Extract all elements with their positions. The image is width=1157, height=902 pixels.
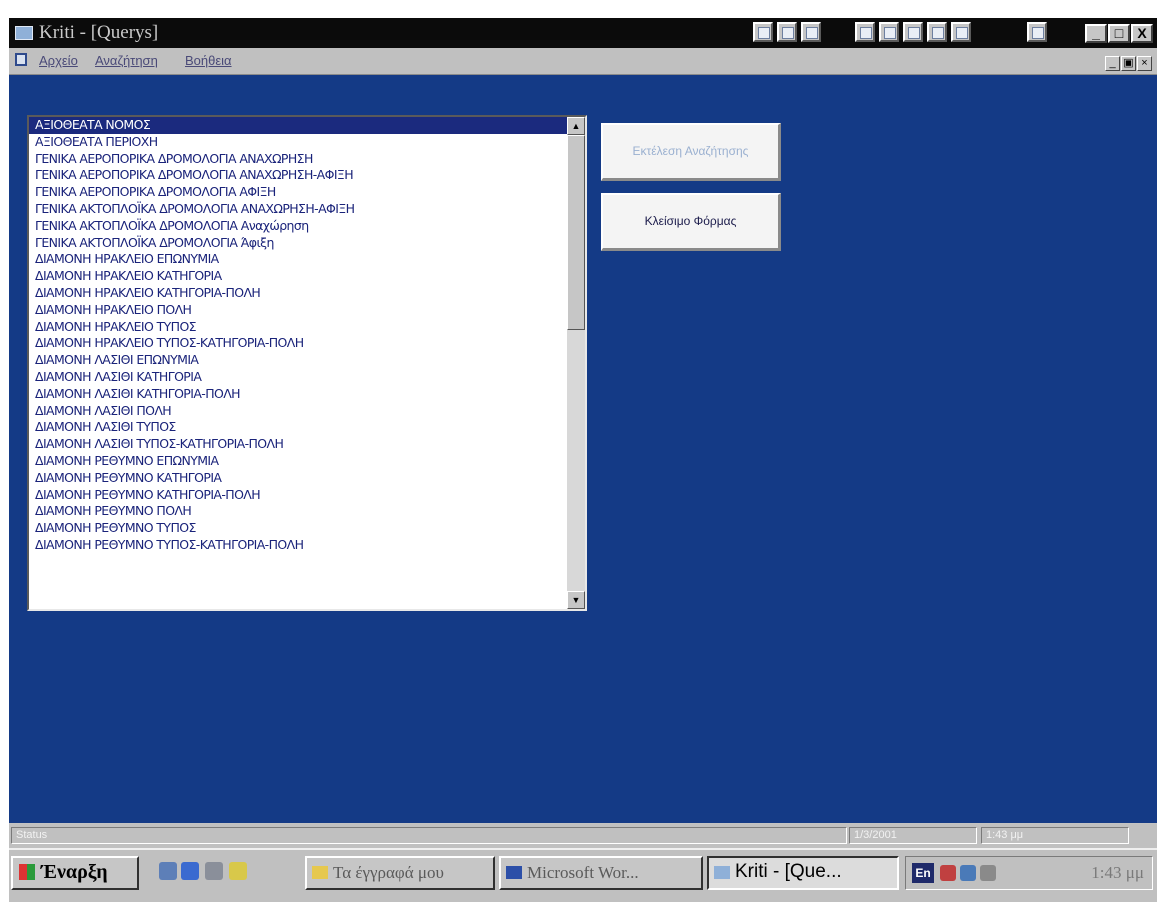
word-icon (506, 866, 522, 879)
windows-logo-icon (19, 864, 35, 880)
status-bar: Status 1/3/2001 1:43 μμ (9, 824, 1157, 848)
scroll-down-button[interactable]: ▼ (567, 591, 585, 609)
toolbar-button-1[interactable] (753, 22, 773, 42)
list-item[interactable]: ΓΕΝΙΚΑ ΑΕΡΟΠΟΡΙΚΑ ΔΡΟΜΟΛΟΓΙΑ ΑΝΑΧΩΡΗΣΗ (29, 151, 569, 168)
network-icon[interactable] (960, 865, 976, 881)
title-bar[interactable]: Kriti - [Querys] _ □ X (9, 18, 1157, 48)
outlook-icon[interactable] (205, 862, 223, 880)
menu-search[interactable]: Αναζήτηση (95, 53, 158, 68)
list-item[interactable]: ΔΙΑΜΟΝΗ ΡΕΘΥΜΝΟ ΤΥΠΟΣ (29, 520, 569, 537)
list-item[interactable]: ΔΙΑΜΟΝΗ ΡΕΘΥΜΝΟ ΕΠΩΝΥΜΙΑ (29, 453, 569, 470)
list-item[interactable]: ΔΙΑΜΟΝΗ ΡΕΘΥΜΝΟ ΠΟΛΗ (29, 503, 569, 520)
query-list: ΑΞΙΟΘΕΑΤΑ ΝΟΜΟΣ ΑΞΙΟΘΕΑΤΑ ΠΕΡΙΟΧΗ ΓΕΝΙΚΑ Α… (29, 117, 569, 554)
internet-explorer-icon[interactable] (181, 862, 199, 880)
task-microsoft-word[interactable]: Microsoft Wor... (499, 856, 703, 890)
list-item[interactable]: ΓΕΝΙΚΑ ΑΚΤΟΠΛΟΪΚΑ ΔΡΟΜΟΛΟΓΙΑ Άφιξη (29, 235, 569, 252)
list-item[interactable]: ΔΙΑΜΟΝΗ ΗΡΑΚΛΕΙΟ ΕΠΩΝΥΜΙΑ (29, 251, 569, 268)
toolbar-button-3[interactable] (801, 22, 821, 42)
list-item[interactable]: ΓΕΝΙΚΑ ΑΚΤΟΠΛΟΪΚΑ ΔΡΟΜΟΛΟΓΙΑ ΑΝΑΧΩΡΗΣΗ-Α… (29, 201, 569, 218)
list-item[interactable]: ΔΙΑΜΟΝΗ ΗΡΑΚΛΕΙΟ ΤΥΠΟΣ (29, 319, 569, 336)
scroll-thumb[interactable] (567, 135, 585, 330)
start-label: Έναρξη (41, 861, 108, 883)
task-label: Τα έγγραφά μου (333, 863, 444, 882)
menu-bar: Αρχείο Αναζήτηση Βοήθεια _ ▣ × (9, 48, 1157, 75)
list-item[interactable]: ΔΙΑΜΟΝΗ ΡΕΘΥΜΝΟ ΤΥΠΟΣ-ΚΑΤΗΓΟΡΙΑ-ΠΟΛΗ (29, 537, 569, 554)
kriti-app-icon (714, 866, 730, 879)
doc-restore-button[interactable]: ▣ (1121, 56, 1136, 71)
list-item[interactable]: ΑΞΙΟΘΕΑΤΑ ΝΟΜΟΣ (29, 117, 569, 134)
toolbar-button-4[interactable] (855, 22, 875, 42)
task-my-documents[interactable]: Τα έγγραφά μου (305, 856, 495, 890)
toolbar-button-6[interactable] (903, 22, 923, 42)
window-title: Kriti - [Querys] (39, 22, 159, 43)
toolbar-button-7[interactable] (927, 22, 947, 42)
taskbar: Έναρξη Τα έγγραφά μου Microsoft Wor... K… (9, 848, 1157, 902)
list-item[interactable]: ΔΙΑΜΟΝΗ ΡΕΘΥΜΝΟ ΚΑΤΗΓΟΡΙΑ-ΠΟΛΗ (29, 487, 569, 504)
list-item[interactable]: ΔΙΑΜΟΝΗ ΗΡΑΚΛΕΙΟ ΚΑΤΗΓΟΡΙΑ-ΠΟΛΗ (29, 285, 569, 302)
app-icon[interactable] (15, 26, 33, 40)
taskbar-clock: 1:43 μμ (1091, 863, 1144, 882)
menu-file[interactable]: Αρχείο (39, 53, 78, 68)
toolbar-button-2[interactable] (777, 22, 797, 42)
list-item[interactable]: ΔΙΑΜΟΝΗ ΛΑΣΙΘΙ ΕΠΩΝΥΜΙΑ (29, 352, 569, 369)
start-button[interactable]: Έναρξη (11, 856, 139, 890)
list-item[interactable]: ΔΙΑΜΟΝΗ ΗΡΑΚΛΕΙΟ ΚΑΤΗΓΟΡΙΑ (29, 268, 569, 285)
language-indicator[interactable]: En (912, 863, 934, 883)
close-form-button[interactable]: Κλείσιμο Φόρμας (601, 193, 781, 251)
list-item[interactable]: ΑΞΙΟΘΕΑΤΑ ΠΕΡΙΟΧΗ (29, 134, 569, 151)
execute-search-button[interactable]: Εκτέλεση Αναζήτησης (601, 123, 781, 181)
list-item[interactable]: ΓΕΝΙΚΑ ΑΕΡΟΠΟΡΙΚΑ ΔΡΟΜΟΛΟΓΙΑ ΑΦΙΞΗ (29, 184, 569, 201)
list-item[interactable]: ΔΙΑΜΟΝΗ ΡΕΘΥΜΝΟ ΚΑΤΗΓΟΡΙΑ (29, 470, 569, 487)
maximize-button[interactable]: □ (1108, 24, 1130, 43)
list-item[interactable]: ΓΕΝΙΚΑ ΑΚΤΟΠΛΟΪΚΑ ΔΡΟΜΟΛΟΓΙΑ Αναχώρηση (29, 218, 569, 235)
status-time: 1:43 μμ (981, 827, 1129, 844)
toolbar-button-5[interactable] (879, 22, 899, 42)
list-item[interactable]: ΔΙΑΜΟΝΗ ΗΡΑΚΛΕΙΟ ΤΥΠΟΣ-ΚΑΤΗΓΟΡΙΑ-ΠΟΛΗ (29, 335, 569, 352)
doc-minimize-button[interactable]: _ (1105, 56, 1120, 71)
list-item[interactable]: ΔΙΑΜΟΝΗ ΛΑΣΙΘΙ ΚΑΤΗΓΟΡΙΑ (29, 369, 569, 386)
query-listbox[interactable]: ΑΞΙΟΘΕΑΤΑ ΝΟΜΟΣ ΑΞΙΟΘΕΑΤΑ ΠΕΡΙΟΧΗ ΓΕΝΙΚΑ Α… (27, 115, 587, 611)
document-icon[interactable] (15, 53, 27, 66)
toolbar-button-8[interactable] (951, 22, 971, 42)
list-item[interactable]: ΔΙΑΜΟΝΗ ΗΡΑΚΛΕΙΟ ΠΟΛΗ (29, 302, 569, 319)
list-item[interactable]: ΔΙΑΜΟΝΗ ΛΑΣΙΘΙ ΚΑΤΗΓΟΡΙΑ-ΠΟΛΗ (29, 386, 569, 403)
scroll-up-button[interactable]: ▲ (567, 117, 585, 135)
list-scrollbar[interactable]: ▲ ▼ (567, 117, 585, 609)
system-tray: En 1:43 μμ (905, 856, 1153, 890)
task-label: Kriti - [Que... (735, 861, 842, 882)
toolbar-button-9[interactable] (1027, 22, 1047, 42)
desktop-icon[interactable] (159, 862, 177, 880)
form-client-area: ΑΞΙΟΘΕΑΤΑ ΝΟΜΟΣ ΑΞΙΟΘΕΑΤΑ ΠΕΡΙΟΧΗ ΓΕΝΙΚΑ Α… (9, 75, 1157, 823)
volume-icon[interactable] (980, 865, 996, 881)
list-item[interactable]: ΓΕΝΙΚΑ ΑΕΡΟΠΟΡΙΚΑ ΔΡΟΜΟΛΟΓΙΑ ΑΝΑΧΩΡΗΣΗ-Α… (29, 167, 569, 184)
status-date: 1/3/2001 (849, 827, 977, 844)
tray-app-icon[interactable] (940, 865, 956, 881)
list-item[interactable]: ΔΙΑΜΟΝΗ ΛΑΣΙΘΙ ΠΟΛΗ (29, 403, 569, 420)
task-kriti[interactable]: Kriti - [Que... (707, 856, 899, 890)
task-label: Microsoft Wor... (527, 863, 639, 882)
doc-close-button[interactable]: × (1137, 56, 1152, 71)
screen: Kriti - [Querys] _ □ X Αρχείο Αναζήτηση … (9, 18, 1157, 902)
status-label: Status (11, 827, 847, 844)
folder-icon (312, 866, 328, 879)
list-item[interactable]: ΔΙΑΜΟΝΗ ΛΑΣΙΘΙ ΤΥΠΟΣ (29, 419, 569, 436)
minimize-button[interactable]: _ (1085, 24, 1107, 43)
menu-help[interactable]: Βοήθεια (185, 53, 232, 68)
channels-icon[interactable] (229, 862, 247, 880)
close-button[interactable]: X (1131, 24, 1153, 43)
list-item[interactable]: ΔΙΑΜΟΝΗ ΛΑΣΙΘΙ ΤΥΠΟΣ-ΚΑΤΗΓΟΡΙΑ-ΠΟΛΗ (29, 436, 569, 453)
